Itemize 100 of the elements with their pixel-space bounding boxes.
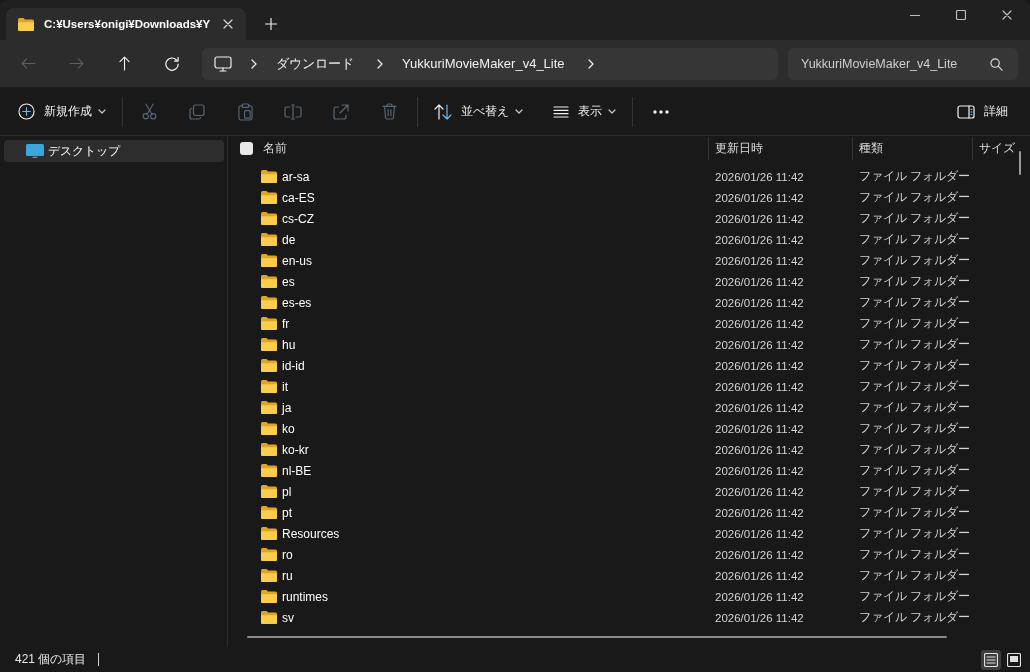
- horizontal-scrollbar-thumb[interactable]: [247, 636, 947, 638]
- desktop-icon: [26, 144, 44, 158]
- modified-date: 2026/01/26 11:42: [715, 191, 804, 204]
- modified-date: 2026/01/26 11:42: [715, 590, 804, 603]
- modified-date: 2026/01/26 11:42: [715, 233, 804, 246]
- folder-icon: [261, 590, 277, 603]
- breadcrumb-item[interactable]: YukkuriMovieMaker_v4_Lite: [398, 51, 569, 76]
- modified-date: 2026/01/26 11:42: [715, 296, 804, 309]
- folder-icon: [261, 548, 277, 561]
- folder-icon: [261, 464, 277, 477]
- file-type: ファイル フォルダー: [859, 484, 971, 499]
- sort-button[interactable]: 並べ替え: [426, 95, 531, 128]
- minimize-icon: [910, 14, 920, 16]
- vertical-scrollbar-thumb[interactable]: [1019, 151, 1021, 175]
- file-name[interactable]: cs-CZ: [282, 211, 314, 226]
- select-all-checkbox[interactable]: [240, 142, 253, 155]
- file-name[interactable]: hu: [282, 337, 296, 352]
- file-type: ファイル フォルダー: [859, 463, 971, 478]
- close-icon: [223, 19, 234, 29]
- folder-icon: [261, 359, 277, 372]
- file-name[interactable]: id-id: [282, 358, 305, 373]
- chevron-right-icon: [251, 58, 257, 69]
- file-name[interactable]: ru: [282, 568, 293, 583]
- tab[interactable]: C:¥Users¥onigi¥Downloads¥Y: [6, 8, 246, 40]
- file-type: ファイル フォルダー: [859, 400, 971, 415]
- folder-icon: [261, 380, 277, 393]
- folder-icon: [261, 422, 277, 435]
- search-icon: [990, 57, 1003, 71]
- column-header[interactable]: サイズ: [979, 140, 1015, 157]
- modified-date: 2026/01/26 11:42: [715, 443, 804, 456]
- file-name[interactable]: ko-kr: [282, 442, 309, 457]
- folder-icon: [261, 275, 277, 288]
- folder-icon: [261, 296, 277, 309]
- file-name[interactable]: Resources: [282, 526, 340, 541]
- file-name[interactable]: de: [282, 232, 296, 247]
- file-name[interactable]: nl-BE: [282, 463, 312, 478]
- modified-date: 2026/01/26 11:42: [715, 275, 804, 288]
- file-name[interactable]: ro: [282, 547, 293, 562]
- file-name[interactable]: es-es: [282, 295, 312, 310]
- column-header[interactable]: 更新日時: [715, 140, 763, 157]
- modified-date: 2026/01/26 11:42: [715, 485, 804, 498]
- file-type: ファイル フォルダー: [859, 337, 971, 352]
- file-type: ファイル フォルダー: [859, 568, 971, 583]
- file-name[interactable]: ja: [282, 400, 292, 415]
- file-type: ファイル フォルダー: [859, 295, 971, 310]
- file-name[interactable]: fr: [282, 316, 290, 331]
- close-icon: [1002, 10, 1012, 20]
- file-name[interactable]: es: [282, 274, 295, 289]
- sidebar-item[interactable]: デスクトップ: [4, 140, 224, 162]
- modified-date: 2026/01/26 11:42: [715, 254, 804, 267]
- file-name[interactable]: ca-ES: [282, 190, 315, 205]
- folder-icon: [261, 443, 277, 456]
- modified-date: 2026/01/26 11:42: [715, 611, 804, 624]
- search-field[interactable]: YukkuriMovieMaker_v4_Lite: [788, 47, 1018, 80]
- file-type: ファイル フォルダー: [859, 211, 971, 226]
- modified-date: 2026/01/26 11:42: [715, 212, 804, 225]
- modified-date: 2026/01/26 11:42: [715, 422, 804, 435]
- file-name[interactable]: runtimes: [282, 589, 328, 604]
- file-name[interactable]: ko: [282, 421, 295, 436]
- folder-icon: [261, 485, 277, 498]
- file-type: ファイル フォルダー: [859, 610, 971, 625]
- new-button[interactable]: 新規作成: [10, 95, 114, 128]
- address-bar[interactable]: ダウンロード YukkuriMovieMaker_v4_Lite: [202, 47, 778, 80]
- modified-date: 2026/01/26 11:42: [715, 359, 804, 372]
- file-type: ファイル フォルダー: [859, 547, 971, 562]
- file-type: ファイル フォルダー: [859, 526, 971, 541]
- file-name[interactable]: pl: [282, 484, 292, 499]
- file-name[interactable]: ar-sa: [282, 169, 310, 184]
- breadcrumb-item[interactable]: ダウンロード: [272, 51, 358, 76]
- modified-date: 2026/01/26 11:42: [715, 380, 804, 393]
- monitor-icon: [214, 55, 232, 72]
- folder-icon: [261, 191, 277, 204]
- column-header[interactable]: 種類: [859, 140, 883, 157]
- file-type: ファイル フォルダー: [859, 442, 971, 457]
- modified-date: 2026/01/26 11:42: [715, 506, 804, 519]
- details-view-button[interactable]: [981, 649, 1001, 670]
- modified-date: 2026/01/26 11:42: [715, 464, 804, 477]
- details-button[interactable]: 詳細: [949, 95, 1016, 128]
- modified-date: 2026/01/26 11:42: [715, 401, 804, 414]
- folder-icon: [261, 233, 277, 246]
- folder-icon: [261, 569, 277, 582]
- folder-icon: [261, 611, 277, 624]
- file-name[interactable]: sv: [282, 610, 294, 625]
- modified-date: 2026/01/26 11:42: [715, 317, 804, 330]
- file-name[interactable]: it: [282, 379, 288, 394]
- file-type: ファイル フォルダー: [859, 589, 971, 604]
- file-type: ファイル フォルダー: [859, 169, 971, 184]
- modified-date: 2026/01/26 11:42: [715, 338, 804, 351]
- chevron-down-icon: [98, 109, 106, 114]
- file-name[interactable]: en-us: [282, 253, 313, 268]
- folder-icon: [261, 506, 277, 519]
- maximize-icon: [956, 10, 966, 20]
- file-name[interactable]: pt: [282, 505, 292, 520]
- modified-date: 2026/01/26 11:42: [715, 569, 804, 582]
- modified-date: 2026/01/26 11:42: [715, 548, 804, 561]
- column-header[interactable]: 名前: [263, 140, 287, 157]
- list-view-icon: [984, 652, 998, 667]
- folder-icon: [18, 17, 34, 31]
- view-button[interactable]: 表示: [545, 95, 624, 128]
- file-type: ファイル フォルダー: [859, 358, 971, 373]
